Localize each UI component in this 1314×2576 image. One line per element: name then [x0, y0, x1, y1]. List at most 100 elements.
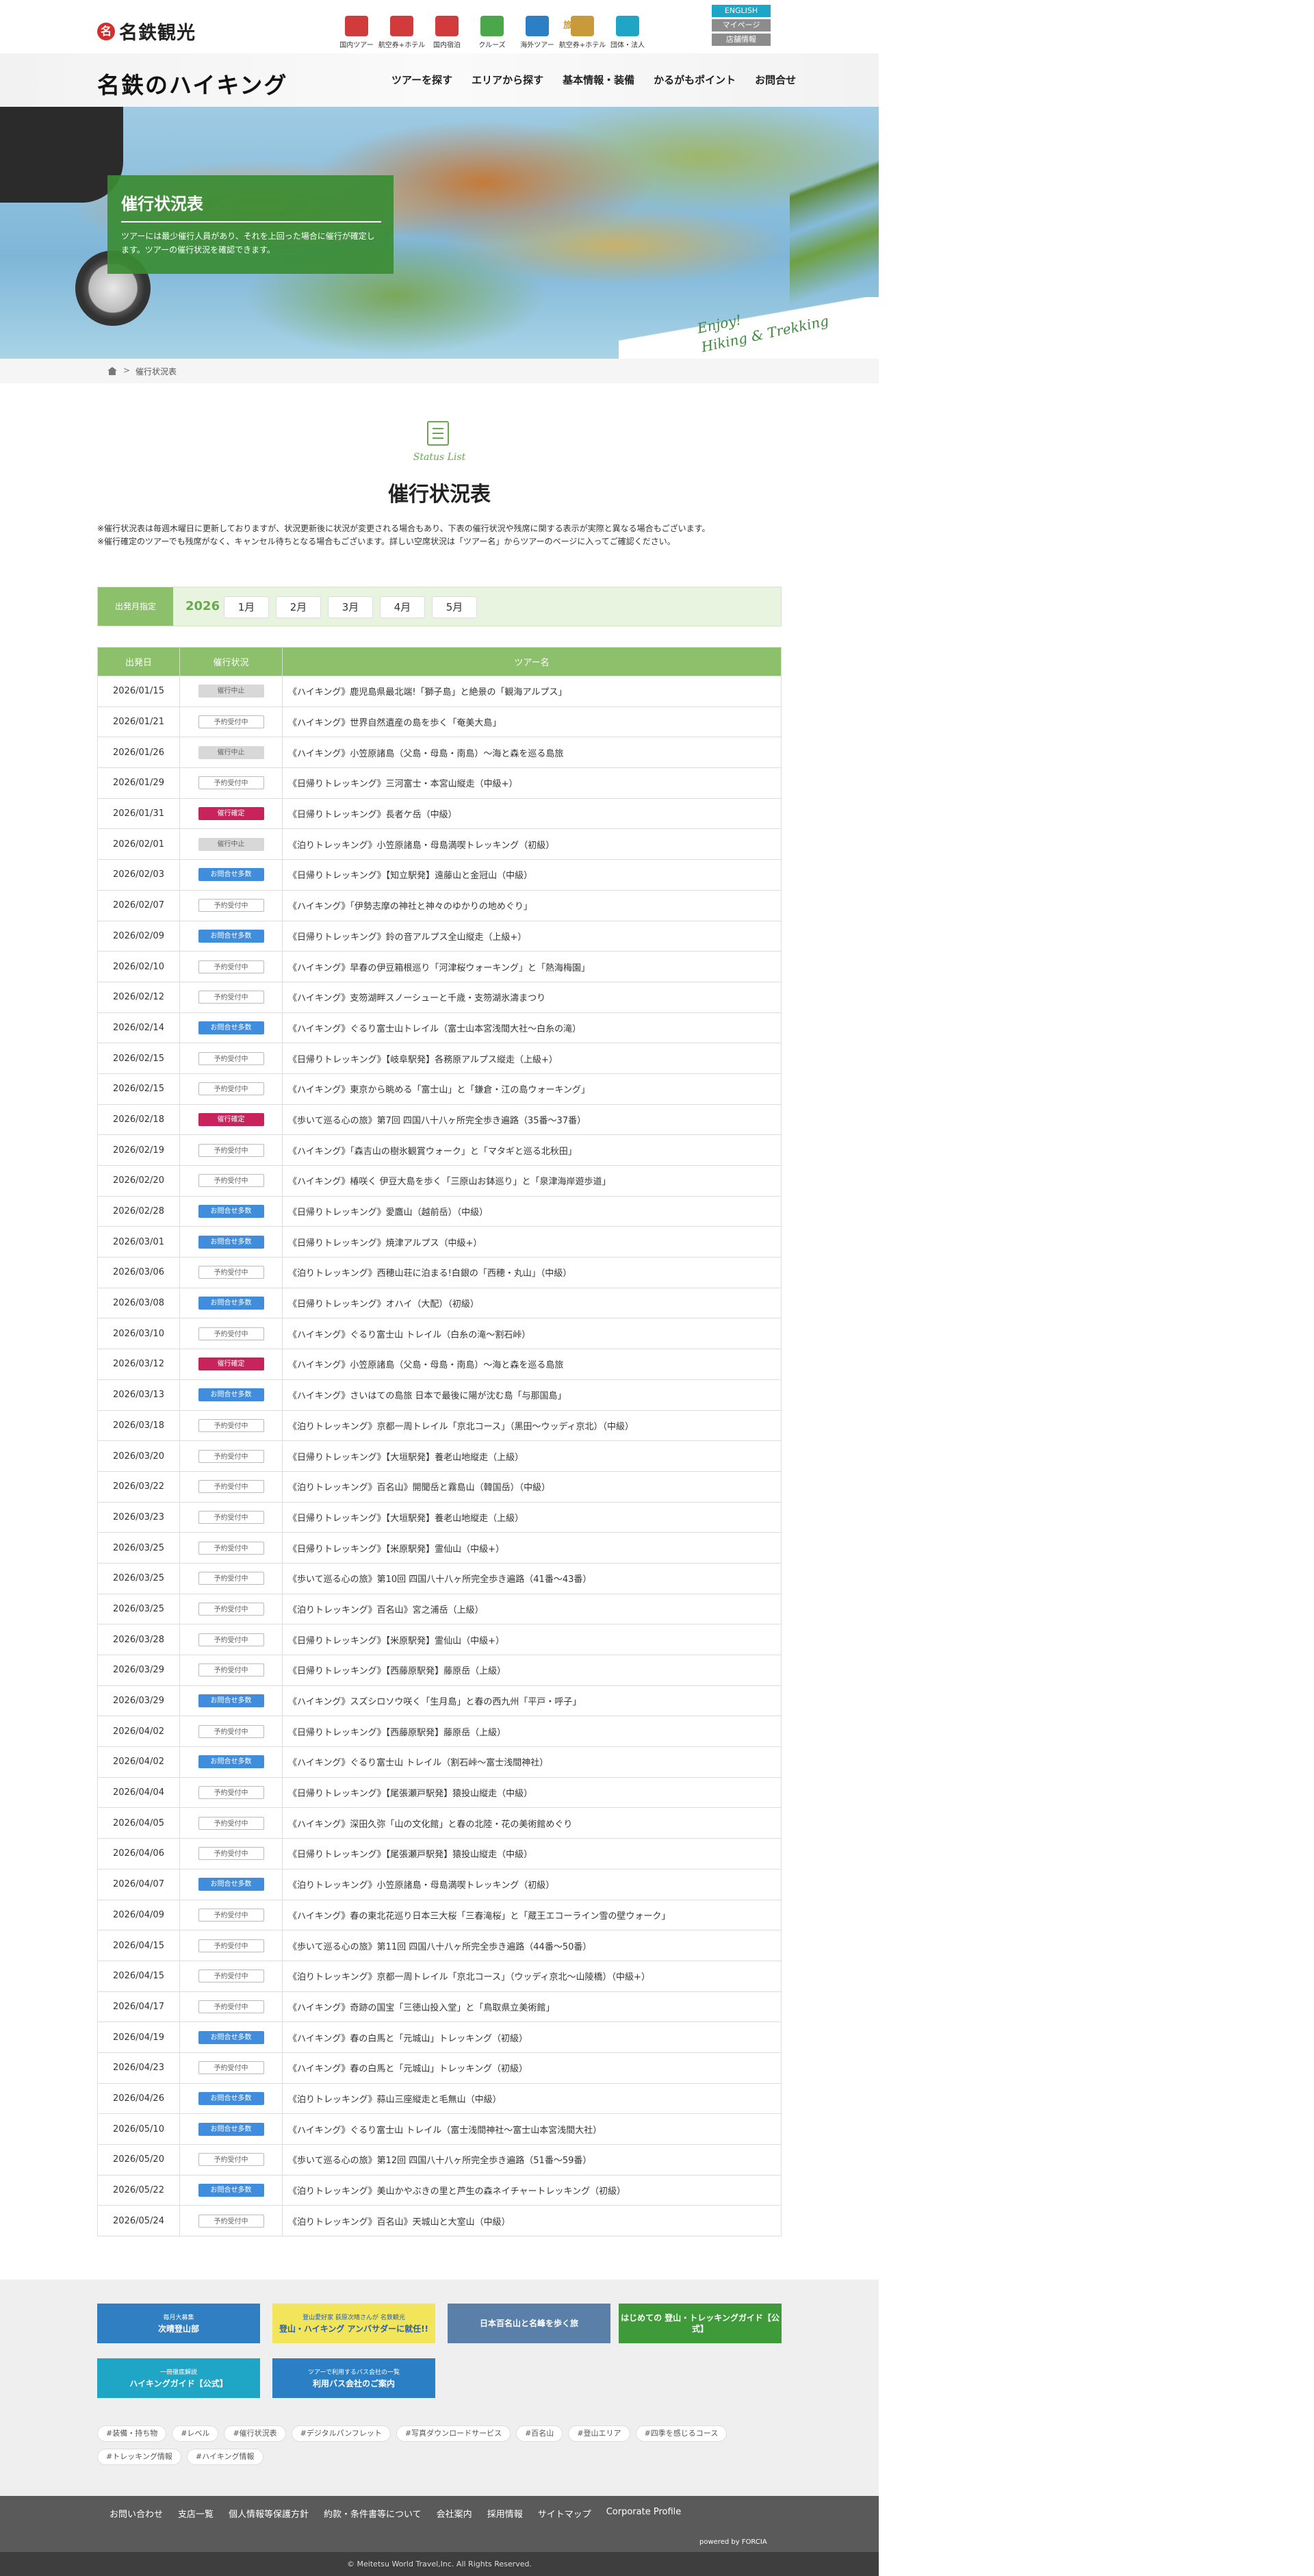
brand-logo[interactable]: 名 名鉄観光: [97, 18, 196, 44]
tour-name-link[interactable]: 《ハイキング》ぐるり富士山トレイル（富士山本宮浅間大社〜白糸の滝）: [282, 1012, 782, 1044]
month-button-jan[interactable]: 1月: [224, 596, 269, 618]
status-cell: 予約受付中: [179, 1899, 283, 1931]
nav-item-karugamo-point[interactable]: かるがもポイント: [654, 73, 736, 87]
tour-name-link[interactable]: 《ハイキング》鹿児島県最北端!「獅子島」と絶景の「観海アルプス」: [282, 676, 782, 707]
tour-name-link[interactable]: 《日帰りトレッキング》【知立駅発】遠藤山と金冠山（中級）: [282, 859, 782, 891]
tour-name-link[interactable]: 《日帰りトレッキング》【米原駅発】霊仙山（中級+）: [282, 1624, 782, 1655]
tour-name-link[interactable]: 《日帰りトレッキング》【米原駅発】霊仙山（中級+）: [282, 1532, 782, 1564]
tour-name-link[interactable]: 《泊りトレッキング》小笠原諸島・母島満喫トレッキング（初級）: [282, 828, 782, 860]
tour-name-link[interactable]: 《泊りトレッキング》西穂山荘に泊まる!白銀の「西穂・丸山」（中級）: [282, 1257, 782, 1288]
english-link[interactable]: ENGLISH: [712, 5, 771, 17]
tour-name-link[interactable]: 《ハイキング》ぐるり富士山 トレイル（富士浅間神社〜富士山本宮浅間大社）: [282, 2113, 782, 2145]
tour-name-link[interactable]: 《日帰りトレッキング》焼津アルプス（中級+）: [282, 1226, 782, 1258]
tour-name-link[interactable]: 《ハイキング》ぐるり富士山 トレイル（割石峠〜富士浅間神社）: [282, 1746, 782, 1778]
promo-banner-5[interactable]: ツアーで利用するバス会社の一覧 利用バス会社のご案内: [272, 2358, 435, 2398]
service-link-6[interactable]: 団体・法人: [605, 8, 650, 49]
tour-name-link[interactable]: 《日帰りトレッキング》長者ケ岳（中級）: [282, 798, 782, 830]
tour-name-link[interactable]: 《ハイキング》小笠原諸島（父島・母島・南島）〜海と森を巡る島旅: [282, 737, 782, 769]
month-button-apr[interactable]: 4月: [380, 596, 425, 618]
tour-name-link[interactable]: 《日帰りトレッキング》【岐阜駅発】各務原アルプス縦走（上級+）: [282, 1043, 782, 1074]
tag-link[interactable]: #トレッキング情報: [97, 2449, 181, 2465]
tag-link[interactable]: #四季を感じるコース: [635, 2425, 727, 2442]
tour-name-link[interactable]: 《泊りトレッキング》小笠原諸島・母島満喫トレッキング（初級）: [282, 1868, 782, 1900]
tour-name-link[interactable]: 《ハイキング》春の白馬と「元城山」トレッキング（初級）: [282, 2052, 782, 2084]
month-button-may[interactable]: 5月: [432, 596, 477, 618]
tag-link[interactable]: #百名山: [516, 2425, 563, 2442]
tour-name-link[interactable]: 《日帰りトレッキング》【西藤原駅発】藤原岳（上級）: [282, 1716, 782, 1748]
tour-name-link[interactable]: 《歩いて巡る心の旅》第12回 四国八十八ヶ所完全歩き遍路（51番〜59番）: [282, 2144, 782, 2176]
service-label: 航空券+ホテル: [378, 42, 426, 49]
service-link-4[interactable]: 海外ツアー: [515, 8, 560, 49]
promo-banner-3[interactable]: はじめての 登山・トレッキングガイド【公式】: [619, 2304, 782, 2343]
tour-name-link[interactable]: 《ハイキング》さいはての島旅 日本で最後に陽が沈む島「与那国島」: [282, 1379, 782, 1411]
footer-link[interactable]: 支店一覧: [178, 2507, 214, 2520]
tour-name-link[interactable]: 《泊りトレッキング》蒜山三座縦走と毛無山（中級）: [282, 2082, 782, 2115]
footer-link[interactable]: 約款・条件書等について: [324, 2507, 422, 2520]
tour-name-link[interactable]: 《ハイキング》小笠原諸島（父島・母島・南島）〜海と森を巡る島旅: [282, 1349, 782, 1380]
tour-name-link[interactable]: 《泊りトレッキング》京都一周トレイル「京北コース」（ウッディ京北〜山陵橋）（中級…: [282, 1960, 782, 1992]
tag-link[interactable]: #ハイキング情報: [186, 2449, 263, 2465]
tour-name-link[interactable]: 《泊りトレッキング》百名山》天城山と大室山（中級）: [282, 2205, 782, 2237]
site-logo[interactable]: 名鉄のハイキング: [97, 67, 287, 100]
tour-name-link[interactable]: 《日帰りトレッキング》オハイ（大配）（初級）: [282, 1287, 782, 1319]
tour-name-link[interactable]: 《ハイキング》春の東北花巡り日本三大桜「三春滝桜」と「蔵王エコーライン雪の壁ウォ…: [282, 1899, 782, 1931]
promo-banner-4[interactable]: 一冊徹底解説 ハイキングガイド【公式】: [97, 2358, 260, 2398]
promo-banner-0[interactable]: 毎月大募集 次晴登山部: [97, 2304, 260, 2343]
service-link-3[interactable]: クルーズ: [469, 8, 515, 49]
service-link-2[interactable]: 国内宿泊: [424, 8, 469, 49]
tour-name-link[interactable]: 《ハイキング》春の白馬と「元城山」トレッキング（初級）: [282, 2022, 782, 2053]
tag-link[interactable]: #装備・持ち物: [97, 2425, 167, 2442]
footer-link[interactable]: Corporate Profile: [606, 2507, 682, 2520]
tour-name-link[interactable]: 《ハイキング》東京から眺める「富士山」と「鎌倉・江の島ウォーキング」: [282, 1073, 782, 1105]
promo-banner-2[interactable]: 日本百名山と名峰を歩く旅: [448, 2304, 610, 2343]
tour-name-link[interactable]: 《日帰りトレッキング》【大垣駅発】養老山地縦走（上級）: [282, 1501, 782, 1533]
tag-link[interactable]: #レベル: [172, 2425, 219, 2442]
tour-name-link[interactable]: 《ハイキング》早春の伊豆箱根巡り「河津桜ウォーキング」と「熱海梅園」: [282, 951, 782, 982]
nav-item-contact[interactable]: お問合せ: [755, 73, 796, 87]
tour-name-link[interactable]: 《ハイキング》ぐるり富士山 トレイル（白糸の滝〜割石峠）: [282, 1318, 782, 1350]
month-button-mar[interactable]: 3月: [328, 596, 373, 618]
tag-link[interactable]: #催行状況表: [224, 2425, 286, 2442]
tag-link[interactable]: #デジタルパンフレット: [291, 2425, 391, 2442]
promo-banner-1[interactable]: 登山愛好家 荻原次晴さんが 名鉄観光 登山・ハイキング アンバサダーに就任!!: [272, 2304, 435, 2343]
tour-name-link[interactable]: 《ハイキング》世界自然遺産の島を歩く「奄美大島」: [282, 706, 782, 738]
tour-name-link[interactable]: 《ハイキング》「伊勢志摩の神社と神々のゆかりの地めぐり」: [282, 889, 782, 921]
tour-name-link[interactable]: 《ハイキング》支笏湖畔スノーシューと千歳・支笏湖氷濤まつり: [282, 981, 782, 1013]
tour-name-link[interactable]: 《日帰りトレッキング》【大垣駅発】養老山地縦走（上級）: [282, 1440, 782, 1472]
tour-name-link[interactable]: 《ハイキング》奇跡の国宝「三徳山投入堂」と「鳥取県立美術館」: [282, 1991, 782, 2023]
tour-name-link[interactable]: 《日帰りトレッキング》愛鷹山（越前岳）（中級）: [282, 1195, 782, 1227]
tour-name-link[interactable]: 《ハイキング》「森吉山の樹氷観賞ウォーク」と「マタギと巡る北秋田」: [282, 1134, 782, 1166]
tag-link[interactable]: #写真ダウンロードサービス: [396, 2425, 511, 2442]
nav-item-tour-search[interactable]: ツアーを探す: [391, 73, 452, 87]
tour-name-link[interactable]: 《泊りトレッキング》京都一周トレイル「京北コース」（黒田〜ウッディ京北）（中級）: [282, 1410, 782, 1442]
tour-name-link[interactable]: 《日帰りトレッキング》鈴の音アルプス全山縦走（上級+）: [282, 920, 782, 952]
tour-name-link[interactable]: 《ハイキング》椿咲く 伊豆大島を歩く「三原山お鉢巡り」と「泉津海岸遊歩道」: [282, 1165, 782, 1197]
table-row: 2026/04/09 予約受付中 《ハイキング》春の東北花巡り日本三大桜「三春滝桜」…: [97, 1899, 782, 1931]
footer-link[interactable]: 会社案内: [437, 2507, 472, 2520]
tour-name-link[interactable]: 《日帰りトレッキング》【尾張瀬戸駅発】猿投山縦走（中級）: [282, 1776, 782, 1809]
tour-name-link[interactable]: 《ハイキング》深田久弥「山の文化館」と春の北陸・花の美術館めぐり: [282, 1807, 782, 1839]
tour-name-link[interactable]: 《ハイキング》スズシロソウ咲く「生月島」と春の西九州「平戸・呼子」: [282, 1685, 782, 1717]
nav-item-area-search[interactable]: エリアから探す: [472, 73, 543, 87]
tour-name-link[interactable]: 《泊りトレッキング》百名山》開聞岳と霧島山（韓国岳）（中級）: [282, 1470, 782, 1503]
footer-link[interactable]: 採用情報: [487, 2507, 523, 2520]
tour-name-link[interactable]: 《歩いて巡る心の旅》第11回 四国八十八ヶ所完全歩き遍路（44番〜50番）: [282, 1930, 782, 1961]
month-button-feb[interactable]: 2月: [276, 596, 321, 618]
footer-link[interactable]: 個人情報等保護方針: [229, 2507, 309, 2520]
nav-item-basic-info[interactable]: 基本情報・装備: [563, 73, 634, 87]
tour-name-link[interactable]: 《泊りトレッキング》美山かやぶきの里と芦生の森ネイチャートレッキング（初級）: [282, 2174, 782, 2206]
footer-link[interactable]: お問い合わせ: [110, 2507, 163, 2520]
tour-name-link[interactable]: 《歩いて巡る心の旅》第10回 四国八十八ヶ所完全歩き遍路（41番〜43番）: [282, 1562, 782, 1594]
tag-link[interactable]: #登山エリア: [568, 2425, 630, 2442]
tour-name-link[interactable]: 《歩いて巡る心の旅》第7回 四国八十八ヶ所完全歩き遍路（35番〜37番）: [282, 1104, 782, 1136]
service-link-1[interactable]: 航空券+ホテル: [378, 8, 426, 49]
shop-info-link[interactable]: 店舗情報: [712, 34, 771, 46]
home-icon[interactable]: [107, 367, 117, 375]
footer-link[interactable]: サイトマップ: [538, 2507, 591, 2520]
mypage-link[interactable]: マイページ: [712, 19, 771, 31]
tour-name-link[interactable]: 《日帰りトレッキング》【尾張瀬戸駅発】猿投山縦走（中級）: [282, 1838, 782, 1870]
tour-name-link[interactable]: 《日帰りトレッキング》三河富士・本宮山縦走（中級+）: [282, 767, 782, 799]
tour-name-link[interactable]: 《泊りトレッキング》百名山》宮之浦岳（上級）: [282, 1593, 782, 1625]
service-link-0[interactable]: 国内ツアー: [334, 8, 379, 49]
tour-name-link[interactable]: 《日帰りトレッキング》【西藤原駅発】藤原岳（上級）: [282, 1655, 782, 1686]
